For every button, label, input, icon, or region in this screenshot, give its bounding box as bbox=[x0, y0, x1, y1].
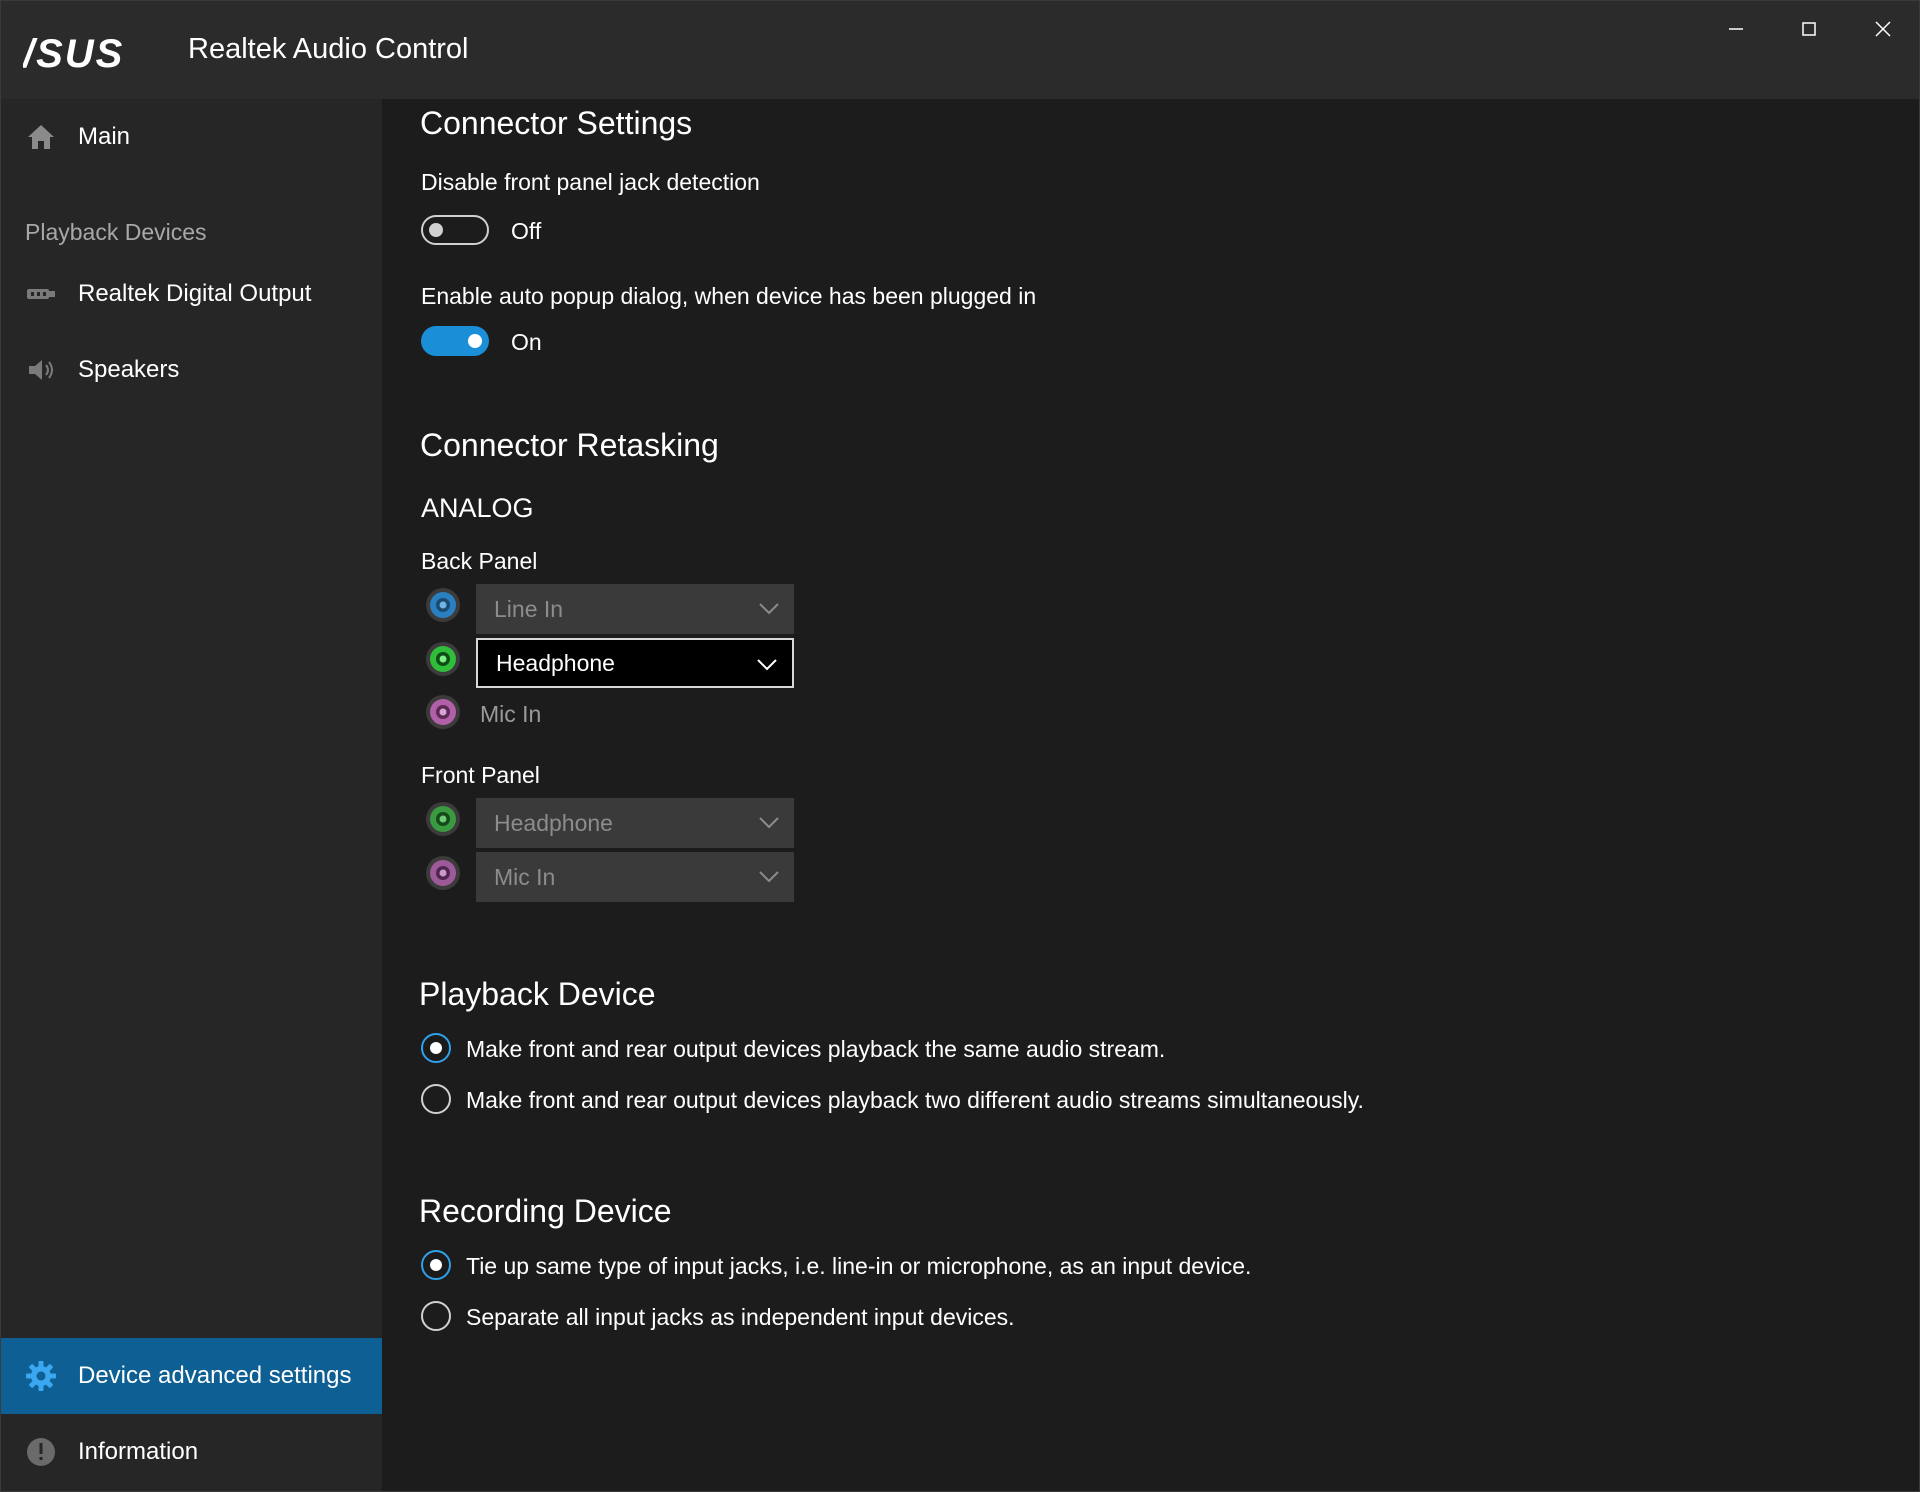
svg-text:/SUS: /SUS bbox=[23, 33, 124, 73]
sidebar-item-label: Speakers bbox=[78, 356, 180, 383]
gear-icon bbox=[25, 1360, 57, 1392]
maximize-button[interactable] bbox=[1773, 1, 1845, 57]
home-icon bbox=[25, 121, 57, 153]
close-icon bbox=[1875, 21, 1891, 37]
auto-popup-toggle[interactable] bbox=[421, 326, 489, 356]
jack-green-icon bbox=[426, 642, 460, 676]
close-button[interactable] bbox=[1847, 1, 1919, 57]
jack-pink-icon bbox=[426, 856, 460, 890]
recording-tie-up-label: Tie up same type of input jacks, i.e. li… bbox=[466, 1253, 1252, 1279]
playback-same-stream-label: Make front and rear output devices playb… bbox=[466, 1036, 1166, 1062]
front-panel-label: Front Panel bbox=[421, 762, 540, 788]
toggle-knob bbox=[429, 223, 443, 237]
jack-detection-state: Off bbox=[511, 218, 542, 244]
digital-output-icon bbox=[25, 278, 57, 310]
sidebar-item-main[interactable]: Main bbox=[1, 99, 382, 175]
sidebar-item-label: Realtek Digital Output bbox=[78, 280, 312, 307]
back-panel-label: Back Panel bbox=[421, 548, 538, 574]
radio-dot bbox=[430, 1259, 442, 1271]
app-window: /SUS Realtek Audio Control Main Playback… bbox=[0, 0, 1920, 1492]
sidebar-item-device-advanced-settings[interactable]: Device advanced settings bbox=[1, 1338, 382, 1414]
sidebar-item-label: Information bbox=[78, 1438, 199, 1465]
back-panel-mic-in-label: Mic In bbox=[480, 701, 542, 727]
sidebar-item-speakers[interactable]: Speakers bbox=[1, 332, 382, 408]
app-title: Realtek Audio Control bbox=[188, 33, 469, 65]
chevron-down-icon bbox=[757, 659, 777, 671]
analog-group-label: ANALOG bbox=[421, 493, 534, 523]
chevron-down-icon bbox=[759, 871, 779, 883]
title-bar: /SUS Realtek Audio Control bbox=[1, 1, 1919, 99]
playback-same-stream-radio[interactable] bbox=[421, 1033, 451, 1063]
sidebar-item-information[interactable]: Information bbox=[1, 1414, 382, 1490]
back-panel-headphone-select[interactable]: Headphone bbox=[476, 638, 794, 688]
sidebar-item-realtek-digital-output[interactable]: Realtek Digital Output bbox=[1, 256, 382, 332]
connector-retasking-title: Connector Retasking bbox=[420, 427, 719, 463]
jack-green-icon bbox=[426, 802, 460, 836]
select-value: Headphone bbox=[494, 809, 613, 836]
jack-detection-label: Disable front panel jack detection bbox=[421, 169, 760, 195]
back-panel-line-in-select[interactable]: Line In bbox=[476, 584, 794, 634]
connector-settings-title: Connector Settings bbox=[420, 105, 693, 141]
recording-tie-up-radio[interactable] bbox=[421, 1250, 451, 1280]
select-value: Mic In bbox=[494, 863, 556, 890]
sidebar-item-label: Device advanced settings bbox=[78, 1362, 352, 1389]
sidebar-item-label: Main bbox=[78, 123, 131, 150]
jack-pink-icon bbox=[426, 695, 460, 729]
chevron-down-icon bbox=[759, 603, 779, 615]
recording-separate-label: Separate all input jacks as independent … bbox=[466, 1304, 1015, 1330]
select-value: Headphone bbox=[496, 649, 615, 676]
recording-device-title: Recording Device bbox=[419, 1193, 672, 1229]
playback-devices-section-label: Playback Devices bbox=[25, 219, 207, 245]
jack-blue-icon bbox=[426, 588, 460, 622]
speaker-icon bbox=[25, 354, 57, 386]
front-panel-headphone-select[interactable]: Headphone bbox=[476, 798, 794, 848]
playback-device-title: Playback Device bbox=[419, 976, 656, 1012]
toggle-knob bbox=[468, 334, 482, 348]
sidebar: Main Playback Devices Realtek Digital Ou… bbox=[1, 99, 382, 1491]
chevron-down-icon bbox=[759, 817, 779, 829]
maximize-icon bbox=[1802, 22, 1816, 36]
minimize-icon bbox=[1729, 28, 1743, 30]
select-value: Line In bbox=[494, 595, 564, 622]
front-panel-mic-in-select[interactable]: Mic In bbox=[476, 852, 794, 902]
playback-different-streams-radio[interactable] bbox=[421, 1084, 451, 1114]
asus-logo: /SUS bbox=[23, 33, 124, 73]
recording-separate-radio[interactable] bbox=[421, 1301, 451, 1331]
info-icon bbox=[25, 1436, 57, 1468]
auto-popup-state: On bbox=[511, 329, 542, 355]
radio-dot bbox=[430, 1042, 442, 1054]
auto-popup-label: Enable auto popup dialog, when device ha… bbox=[421, 283, 1037, 309]
jack-detection-toggle[interactable] bbox=[421, 215, 489, 245]
minimize-button[interactable] bbox=[1700, 1, 1772, 57]
playback-different-streams-label: Make front and rear output devices playb… bbox=[466, 1087, 1364, 1113]
